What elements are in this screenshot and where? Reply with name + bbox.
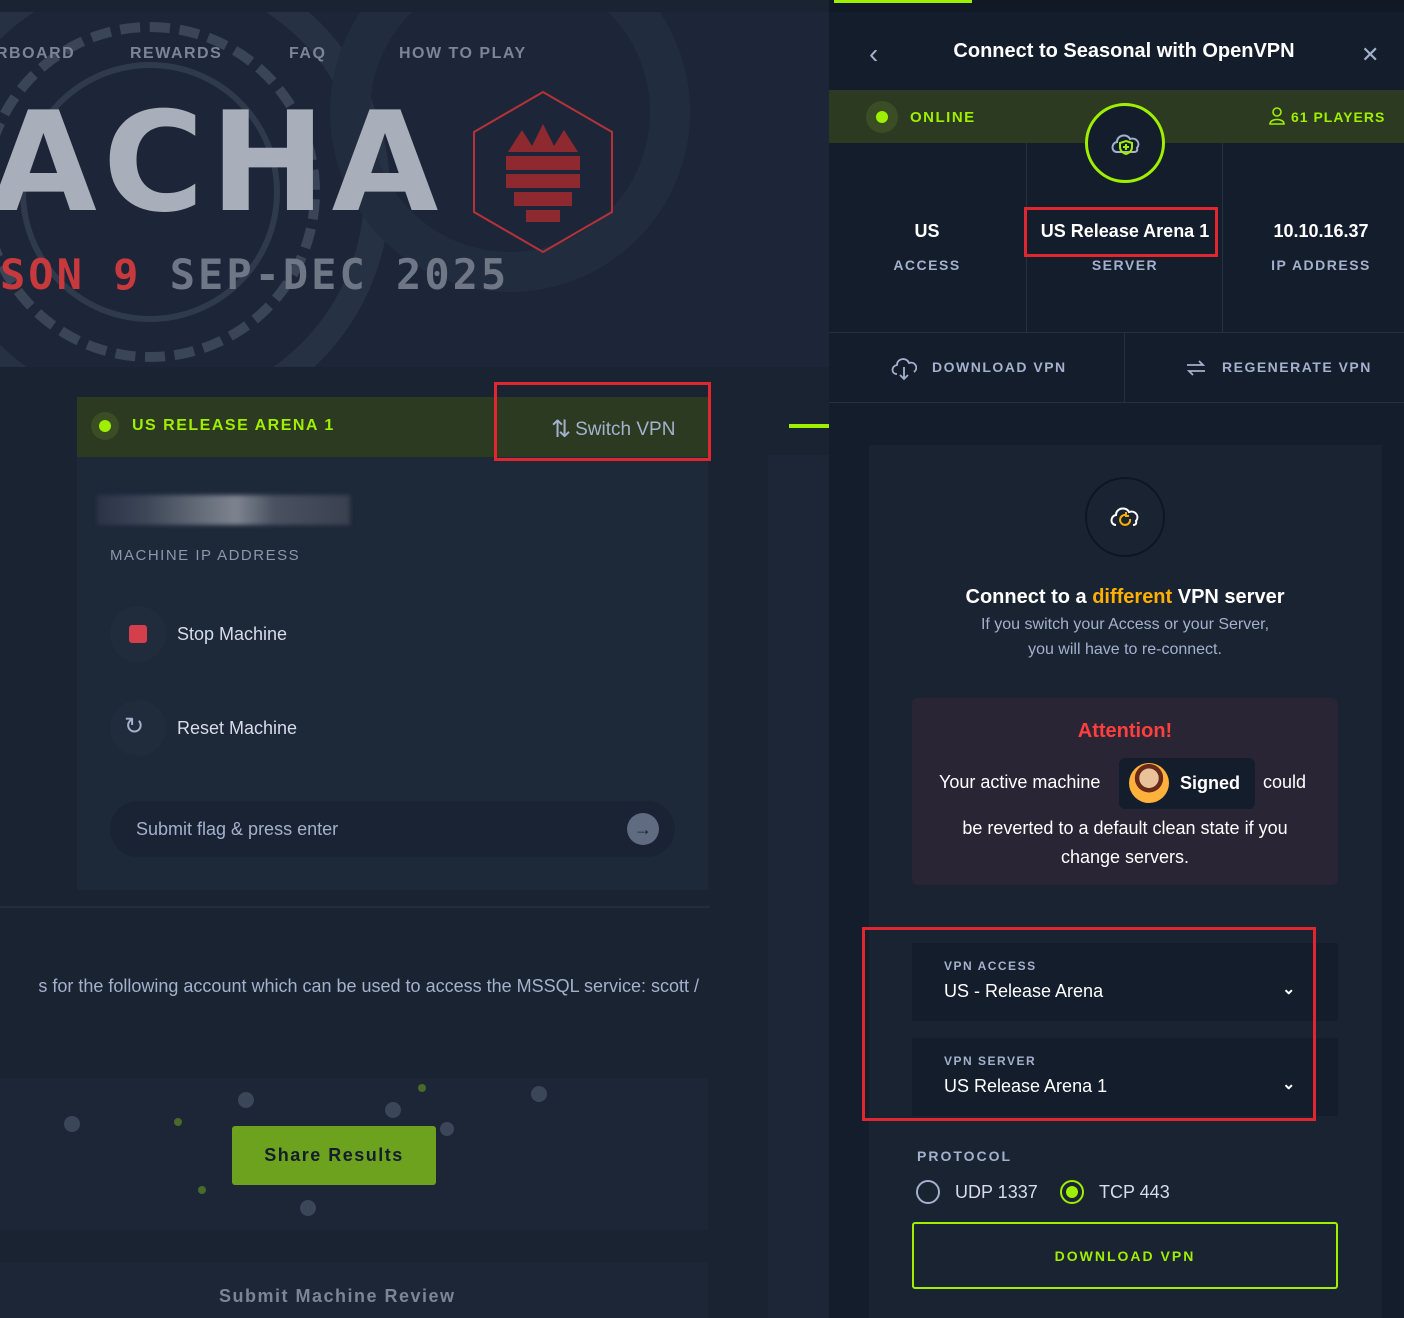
divider (0, 906, 710, 908)
protocol-tcp-radio[interactable] (1060, 1180, 1084, 1204)
machine-avatar (1129, 763, 1169, 803)
download-vpn-link[interactable]: DOWNLOAD VPN (829, 333, 1124, 403)
attention-heading: Attention! (1077, 720, 1173, 742)
stat-access: US ACCESS (893, 221, 961, 273)
status-online-label: ONLINE (910, 109, 976, 126)
annotation-highlight (862, 927, 1316, 1121)
attention-text-start: Your active machine (939, 772, 1101, 792)
cloud-shield-icon (1085, 103, 1165, 183)
status-dot-icon (91, 412, 119, 440)
annotation-highlight (494, 382, 711, 461)
card-title: Connect to a different VPN server (965, 586, 1285, 608)
protocol-label: PROTOCOL (917, 1148, 1013, 1164)
machine-ip-value-redacted (97, 495, 350, 525)
cloud-download-icon (891, 358, 918, 381)
nav-leaderboard[interactable]: RBOARD (0, 45, 75, 63)
reset-icon: ↻ (124, 713, 145, 740)
machine-page: RBOARD REWARDS FAQ HOW TO PLAY ACHA SON … (0, 0, 829, 1318)
vpn-drawer: ‹ Connect to Seasonal with OpenVPN ✕ ONL… (829, 12, 1404, 1318)
close-icon[interactable]: ✕ (1361, 42, 1379, 68)
protocol-tcp-label[interactable]: TCP 443 (1099, 1182, 1170, 1203)
stop-machine-label[interactable]: Stop Machine (177, 624, 287, 645)
regenerate-vpn-link[interactable]: REGENERATE VPN (1125, 333, 1404, 403)
side-card (768, 455, 829, 1318)
switch-server-card: Connect to a different VPN server If you… (862, 445, 1382, 1318)
stat-ip-address: 10.10.16.37 IP ADDRESS (1271, 221, 1371, 273)
drawer-title: Connect to Seasonal with OpenVPN (953, 40, 1295, 62)
flag-input[interactable] (136, 801, 616, 857)
download-vpn-button[interactable]: DOWNLOAD VPN (912, 1222, 1338, 1289)
drawer-header: ‹ Connect to Seasonal with OpenVPN ✕ (829, 12, 1404, 90)
crown-emblem-icon (473, 90, 613, 254)
vpn-actions-row: DOWNLOAD VPN REGENERATE VPN (829, 333, 1404, 403)
cloud-refresh-icon (1085, 477, 1165, 557)
season-logo-text: ACHA (0, 82, 445, 243)
players-count: 61 PLAYERS (1269, 107, 1385, 125)
flag-submit-field: → (110, 801, 675, 857)
stop-machine-button[interactable] (110, 606, 166, 662)
annotation-highlight (1024, 207, 1218, 257)
season-dates: SON 9 SEP-DEC 2025 (0, 250, 510, 299)
arena-label: US RELEASE ARENA 1 (132, 417, 335, 434)
submit-review-button[interactable]: Submit Machine Review (219, 1286, 456, 1307)
attention-box: Attention! Your active machine Signed co… (912, 698, 1338, 885)
regenerate-icon (1186, 360, 1206, 376)
active-tab-indicator (834, 0, 972, 3)
attention-text-end: could (1263, 772, 1307, 792)
card-subtitle: If you switch your Access or your Server… (980, 616, 1270, 658)
reset-machine-button[interactable]: ↻ (110, 700, 166, 756)
active-machine-chip: Signed (1119, 758, 1255, 809)
machine-ip-label: MACHINE IP ADDRESS (110, 547, 301, 564)
protocol-udp-label[interactable]: UDP 1337 (955, 1182, 1038, 1203)
attention-text-rest: be reverted to a default clean state if … (962, 818, 1288, 867)
nav-faq[interactable]: FAQ (289, 45, 326, 63)
protocol-udp-radio[interactable] (916, 1180, 940, 1204)
user-icon (1269, 107, 1285, 125)
tab-indicator (789, 424, 829, 428)
arrow-right-icon[interactable]: → (627, 813, 659, 845)
reset-machine-label[interactable]: Reset Machine (177, 718, 297, 739)
nav-rewards[interactable]: REWARDS (130, 45, 222, 63)
season-banner: RBOARD REWARDS FAQ HOW TO PLAY ACHA SON … (0, 12, 829, 367)
nav-how-to-play[interactable]: HOW TO PLAY (399, 45, 527, 63)
share-results-button[interactable]: Share Results (232, 1126, 436, 1185)
stop-icon (129, 625, 147, 643)
machine-panel: US RELEASE ARENA 1 ⇅ Switch VPN MACHINE I… (77, 382, 711, 890)
status-dot-icon (866, 101, 898, 133)
